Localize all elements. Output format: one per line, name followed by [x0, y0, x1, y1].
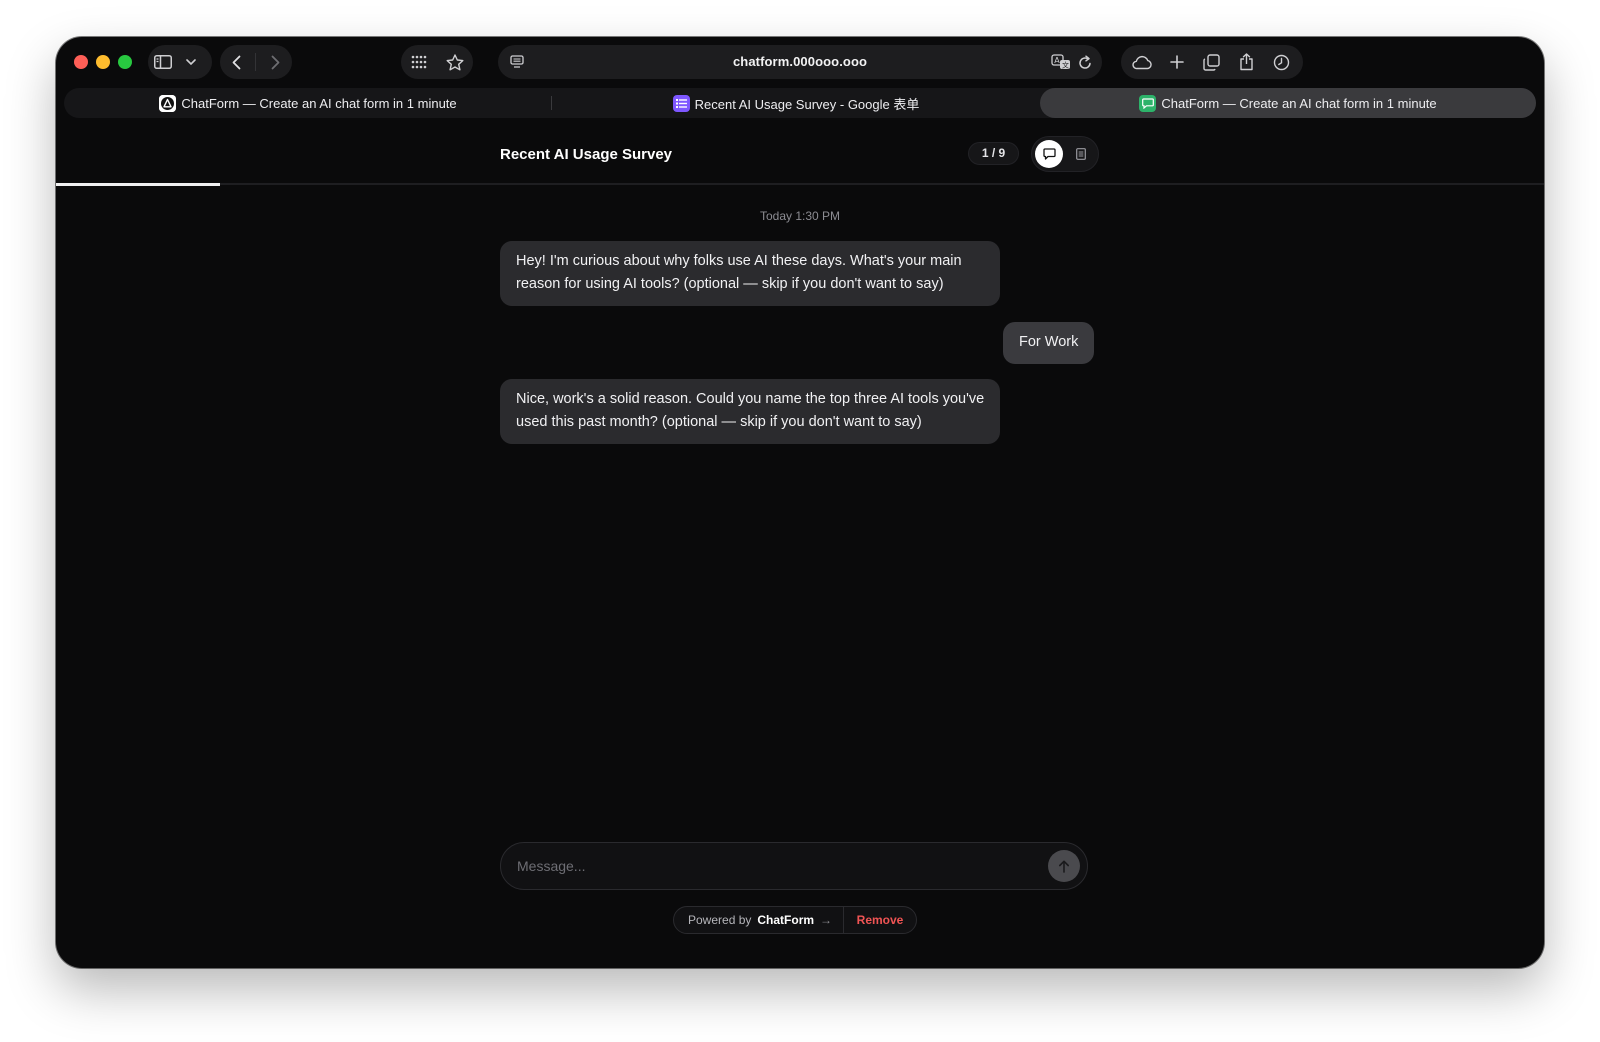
- message-input[interactable]: [517, 843, 1037, 889]
- history-nav: [220, 45, 292, 79]
- star-bookmark-icon[interactable]: [440, 47, 470, 77]
- user-message: For Work: [1003, 322, 1095, 364]
- tab-google-forms[interactable]: Recent AI Usage Survey - Google 表单: [552, 88, 1040, 118]
- address-bar[interactable]: chatform.000ooo.ooo A文: [498, 45, 1102, 79]
- view-mode-toggle: [1031, 136, 1099, 172]
- google-forms-icon: [672, 94, 690, 112]
- assistant-message: Hey! I'm curious about why folks use AI …: [500, 241, 1000, 306]
- powered-by-link[interactable]: Powered by ChatForm →: [674, 907, 844, 933]
- grid-apps-icon[interactable]: [404, 47, 434, 77]
- tab-overview-icon[interactable]: [1197, 47, 1227, 77]
- zoom-window-button[interactable]: [118, 55, 132, 69]
- arrow-right-icon: →: [820, 913, 833, 927]
- chat-bubble-icon: [1139, 94, 1157, 112]
- sidebar-toggle-icon[interactable]: [148, 47, 178, 77]
- nav-divider: [255, 53, 257, 71]
- powered-by-badge: Powered by ChatForm → Remove: [673, 906, 917, 934]
- tab-bar: ChatForm — Create an AI chat form in 1 m…: [64, 88, 1536, 118]
- question-counter: 1 / 9: [968, 142, 1019, 165]
- share-icon[interactable]: [1232, 47, 1262, 77]
- browser-window: chatform.000ooo.ooo A文 ChatForm — Create…: [56, 37, 1544, 968]
- sidebar-control: [148, 45, 212, 79]
- cloud-icon[interactable]: [1127, 47, 1157, 77]
- tab-title: ChatForm — Create an AI chat form in 1 m…: [1161, 95, 1437, 111]
- reload-icon[interactable]: [1070, 47, 1100, 77]
- send-button[interactable]: [1048, 850, 1080, 882]
- powered-by-label: Powered by: [688, 913, 752, 927]
- message-composer: [500, 842, 1088, 890]
- remove-branding-button[interactable]: Remove: [844, 913, 916, 927]
- tab-chatform-active[interactable]: ChatForm — Create an AI chat form in 1 m…: [1040, 88, 1536, 118]
- browser-toolbar: chatform.000ooo.ooo A文: [56, 37, 1544, 87]
- tab-chatform-1[interactable]: ChatForm — Create an AI chat form in 1 m…: [64, 88, 552, 118]
- progress-bar-fill: [56, 183, 220, 186]
- back-arrow-icon[interactable]: [222, 47, 252, 77]
- minimize-window-button[interactable]: [96, 55, 110, 69]
- tab-title: ChatForm — Create an AI chat form in 1 m…: [181, 95, 457, 111]
- svg-text:文: 文: [1062, 61, 1069, 70]
- chevron-down-icon[interactable]: [178, 47, 204, 77]
- svg-text:A: A: [1054, 56, 1060, 65]
- apps-bookmark-group: [401, 45, 473, 79]
- document-icon: [1076, 148, 1086, 160]
- form-title: Recent AI Usage Survey: [500, 146, 673, 163]
- tab-title: Recent AI Usage Survey - Google 表单: [694, 96, 920, 112]
- chat-timestamp: Today 1:30 PM: [759, 209, 841, 223]
- brand-name: ChatForm: [757, 913, 815, 927]
- new-tab-plus-icon[interactable]: [1162, 47, 1192, 77]
- close-window-button[interactable]: [74, 55, 88, 69]
- chat-bubble-icon: [1042, 148, 1056, 160]
- chat-mode-button[interactable]: [1035, 140, 1063, 168]
- url-text[interactable]: chatform.000ooo.ooo: [498, 45, 1102, 79]
- assistant-message: Nice, work's a solid reason. Could you n…: [500, 379, 1000, 444]
- chatform-logo-icon: [159, 94, 177, 112]
- form-mode-button[interactable]: [1067, 140, 1095, 168]
- progress-bar: [56, 183, 1544, 186]
- arrow-up-icon: [1059, 860, 1069, 873]
- history-clock-icon[interactable]: [1267, 47, 1297, 77]
- right-toolbar-group: [1121, 45, 1303, 79]
- forward-arrow-icon[interactable]: [260, 47, 290, 77]
- form-header: Recent AI Usage Survey 1 / 9: [56, 123, 1544, 185]
